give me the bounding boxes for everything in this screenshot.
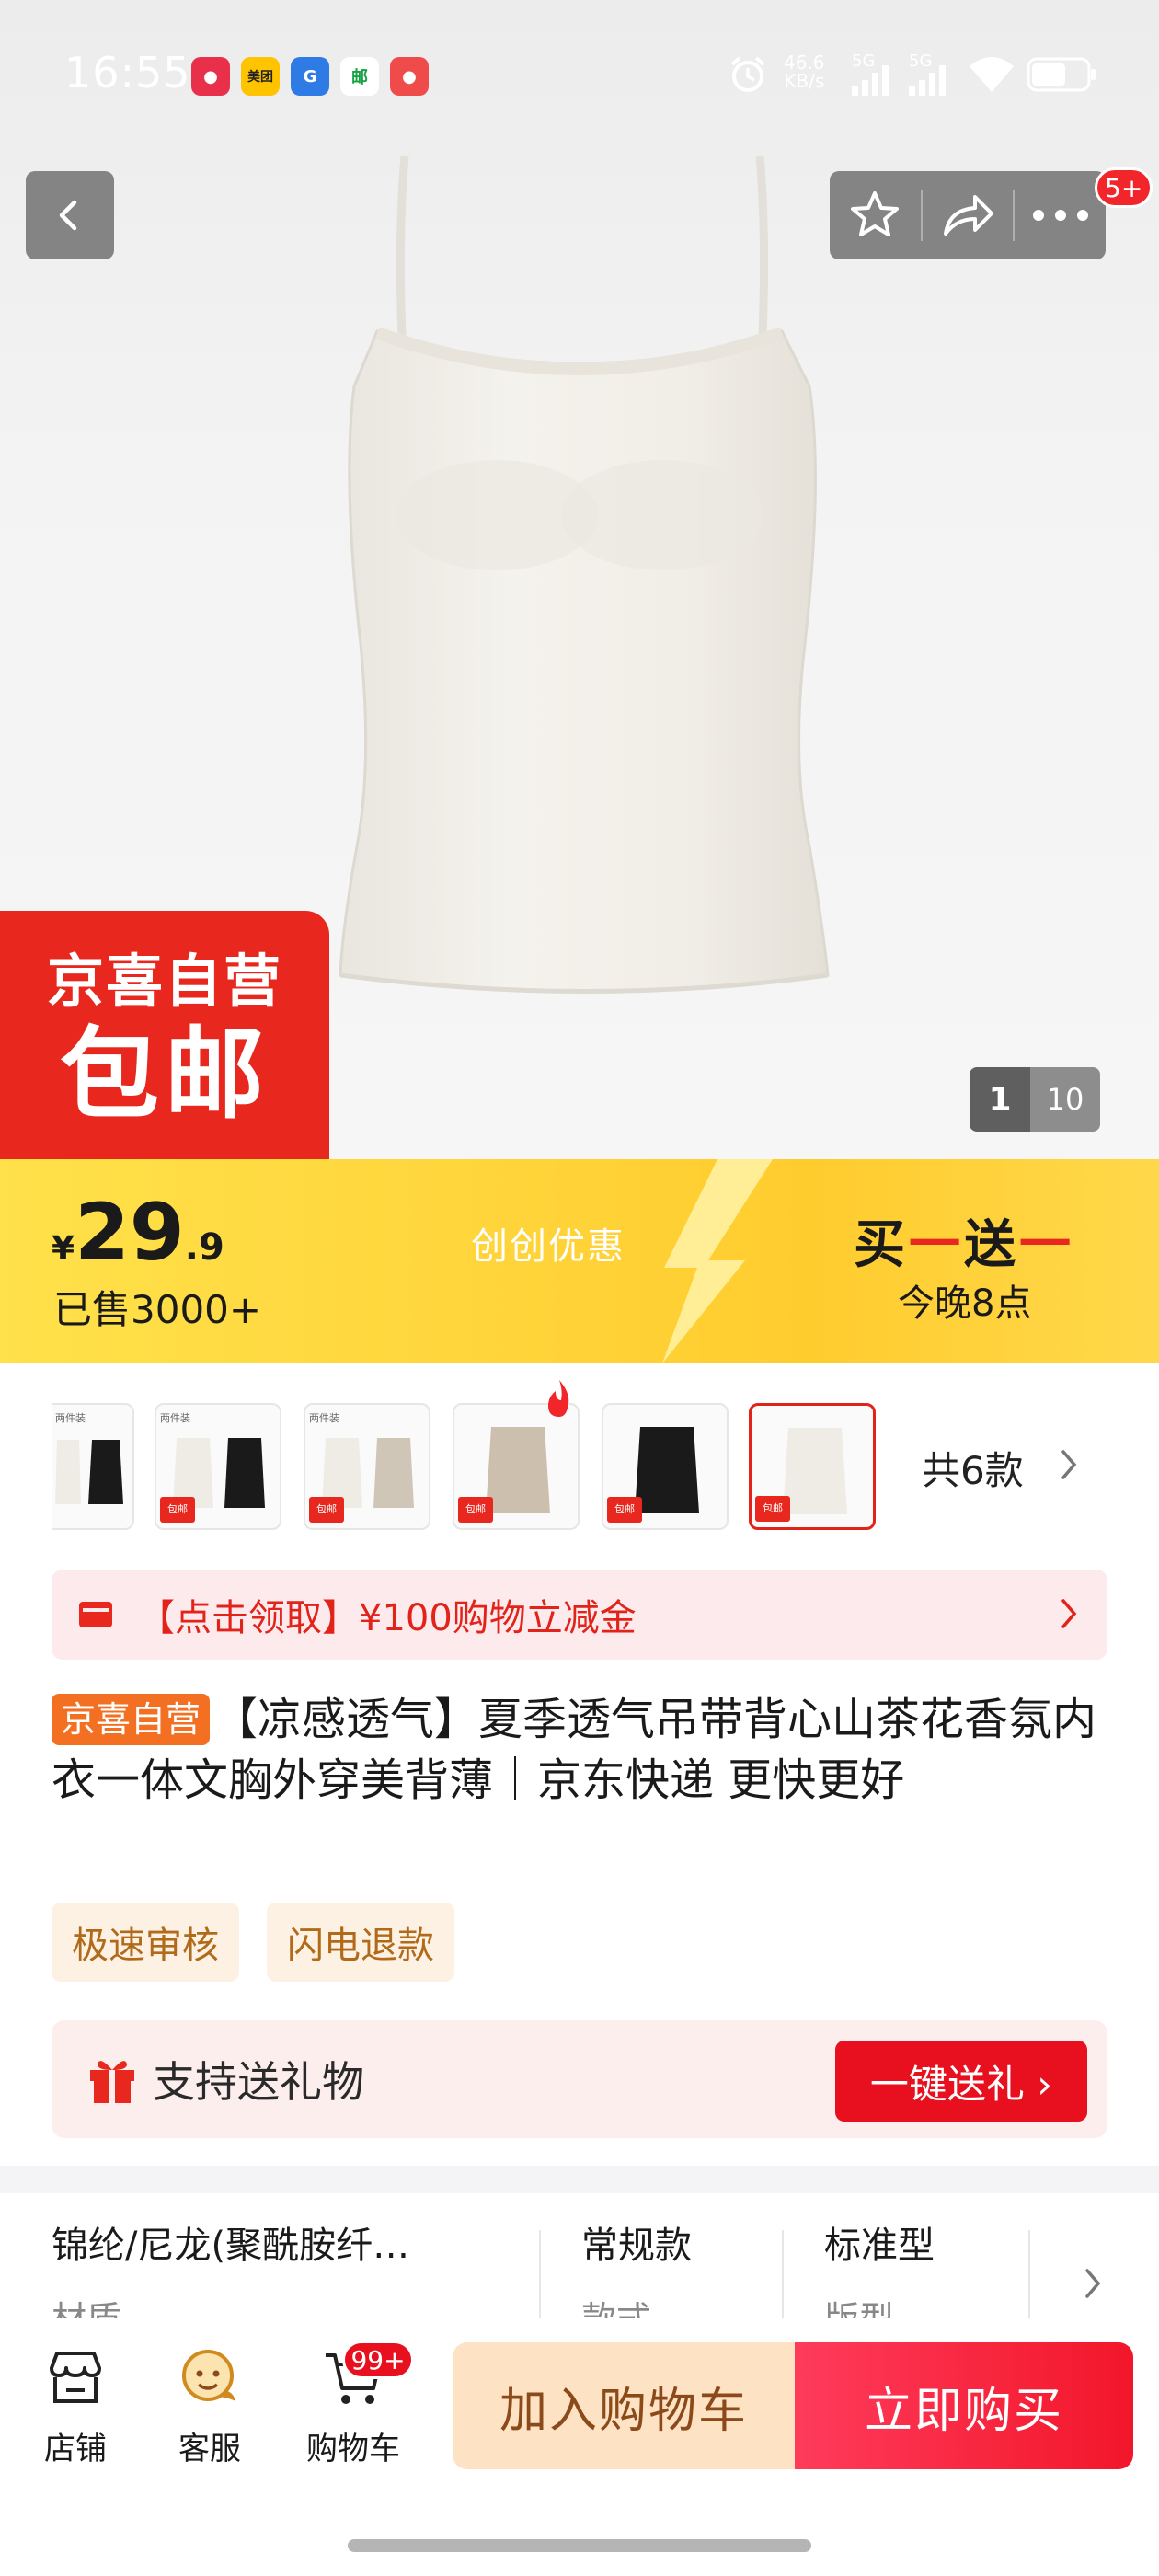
variant-thumb[interactable]: 两件装 [52,1403,134,1530]
alarm-icon [730,56,765,92]
star-icon [851,191,900,236]
section-divider [0,2166,1159,2193]
image-total-count: 10 [1030,1067,1100,1132]
service-chip-fast-refund[interactable]: 闪电退款 [267,1903,454,1982]
status-time: 16:55 [64,48,191,98]
coupon-banner[interactable]: 【点击领取】¥100购物立减金 [52,1570,1107,1660]
variant-thumb[interactable]: 包邮 [453,1403,580,1530]
battery-icon [1027,57,1096,92]
variant-thumb-label: 两件装 [309,1412,339,1424]
deal-time: 今晚8点 [898,1282,1032,1325]
china-post-icon: 邮 [340,57,379,96]
hot-fire-icon [548,1380,569,1417]
service-chips: 极速审核 闪电退款 [52,1903,454,1982]
gift-banner: 支持送礼物 一键送礼 › [52,2020,1107,2138]
deal-dash-1: 一 [909,1215,964,1275]
spec-value: 标准型 [824,2225,935,2267]
spec-separator [782,2230,784,2331]
service-chip-fast-review[interactable]: 极速审核 [52,1903,239,1982]
chevron-right-icon [1085,2269,1101,2298]
buy-one-get-one: 买一送一 [854,1203,1074,1278]
promo-banner[interactable]: ¥ 29 .9 已售3000+ 创创优惠 买一送一 今晚8点 [0,1159,1159,1363]
spec-separator [1028,2230,1030,2331]
app-3-icon: G [291,57,329,96]
message-badge: 5+ [1095,167,1153,208]
spec-value: 常规款 [581,2225,692,2267]
image-counter: 1 10 [970,1067,1100,1132]
variant-thumb-tag: 包邮 [755,1496,790,1522]
status-bar: 16:55 ● 美团 G 邮 ● 46.6 KB/s 5G 5G [0,0,1159,156]
chevron-right-icon [1061,1599,1077,1628]
jx-tag-line2: 包邮 [59,1018,270,1133]
variant-thumb-tag: 包邮 [458,1497,493,1523]
gift-label: 支持送礼物 [153,2057,364,2107]
more-dots-icon [1032,210,1088,221]
jx-free-shipping-tag: 京喜自营 包邮 [0,911,329,1159]
deal-get: 送 [964,1215,1019,1275]
product-title: 京喜自营 【凉感透气】夏季透气吊带背心山茶花香氛内衣一体文胸外穿美背薄｜京东快递 … [52,1689,1119,1811]
customer-service-icon [182,2350,235,2401]
spec-value: 锦纶/尼龙(聚酰胺纤… [52,2225,410,2267]
jx-self-operated-tag: 京喜自营 [52,1694,211,1745]
customer-service-button[interactable]: 客服 [155,2344,265,2468]
store-button[interactable]: 店铺 [20,2344,131,2468]
more-button[interactable] [1015,171,1106,259]
variant-thumb-label: 两件装 [55,1412,86,1424]
variant-thumb[interactable]: 两件装 包邮 [155,1403,281,1530]
chevron-right-icon [1061,1450,1077,1479]
customer-service-label: 客服 [178,2431,241,2467]
variant-thumb-tag: 包邮 [309,1497,344,1523]
share-icon [944,195,993,236]
product-image-carousel[interactable]: 16:55 ● 美团 G 邮 ● 46.6 KB/s 5G 5G 5+ 京喜自营… [0,0,1159,1159]
price-currency: ¥ [52,1230,75,1268]
price-decimal: .9 [184,1226,224,1269]
variant-count-link[interactable]: 共6款 [922,1440,1024,1496]
app-5-icon: ● [390,57,429,96]
app-1-icon: ● [191,57,230,96]
signal-1-icon [852,65,889,96]
buy-now-button[interactable]: 立即购买 [795,2342,1133,2469]
sold-count: 已售3000+ [53,1287,262,1332]
home-indicator[interactable] [348,2539,811,2552]
bottom-action-bar: 店铺 客服 购物车 加入购物车 立即购买 [0,2318,1159,2576]
price-integer: 29 [75,1187,185,1279]
send-gift-button[interactable]: 一键送礼 › [835,2041,1087,2122]
image-current-index: 1 [970,1067,1030,1132]
meituan-icon: 美团 [241,57,280,96]
deal-dash-2: 一 [1019,1215,1074,1275]
cart-badge: 99+ [342,2340,414,2379]
add-to-cart-button[interactable]: 加入购物车 [453,2342,795,2469]
lightning-icon [662,1159,773,1363]
signal-2-icon [909,65,946,96]
variant-thumb-selected[interactable]: 包邮 [749,1403,876,1530]
coupon-text: 【点击领取】¥100购物立减金 [138,1597,637,1639]
favorite-button[interactable] [830,171,921,259]
variant-thumb-label: 两件装 [160,1412,190,1424]
variant-thumb[interactable]: 两件装 包邮 [304,1403,430,1530]
network-speed: 46.6 KB/s [784,52,825,92]
gift-icon [90,2061,134,2103]
store-label: 店铺 [44,2431,107,2467]
coupon-card-icon [79,1602,112,1627]
cart-label: 购物车 [306,2431,400,2467]
back-button[interactable] [26,171,114,259]
price: ¥ 29 .9 [52,1187,224,1279]
jx-tag-line1: 京喜自营 [46,948,282,1015]
top-action-group [830,171,1106,259]
variant-thumb[interactable]: 包邮 [602,1403,729,1530]
variant-thumb-tag: 包邮 [607,1497,642,1523]
store-icon [50,2352,101,2403]
promo-label: 创创优惠 [471,1225,625,1268]
chevron-left-icon [59,200,77,231]
share-button[interactable] [923,171,1014,259]
wifi-icon [970,57,1014,92]
deal-buy: 买 [854,1215,909,1275]
spec-separator [539,2230,541,2331]
variant-thumb-tag: 包邮 [160,1497,195,1523]
